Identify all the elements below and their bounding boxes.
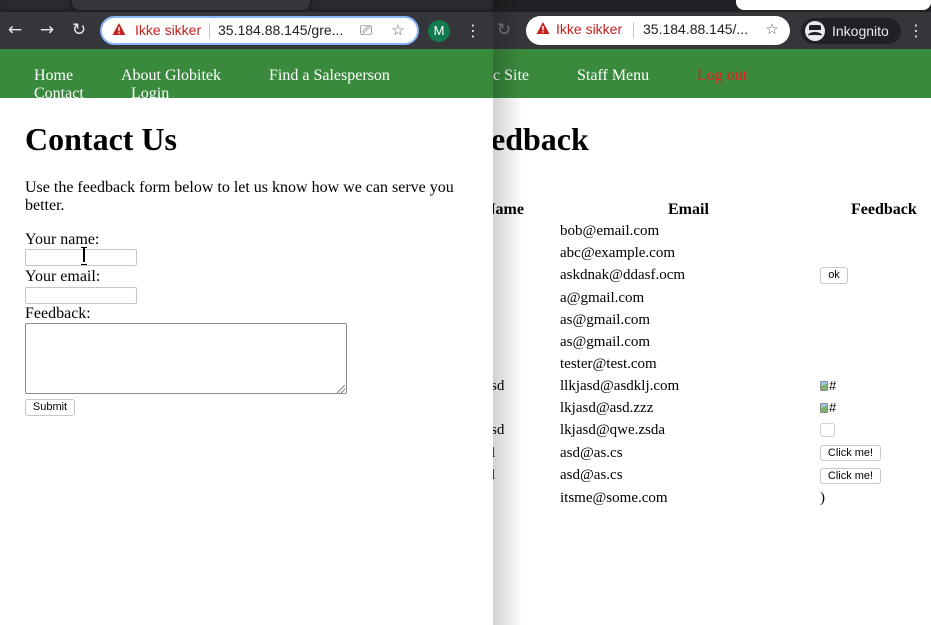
feedback-textarea[interactable]	[25, 323, 347, 394]
bookmark-star-icon[interactable]: ☆	[388, 20, 408, 40]
address-bar[interactable]: Ikke sikker 35.184.88.145/gre... ⎚ ☆	[100, 16, 419, 45]
reload-icon[interactable]: ↻	[494, 20, 514, 40]
reload-icon[interactable]: ↻	[69, 20, 89, 40]
name-input[interactable]	[25, 249, 137, 266]
security-label: Ikke sikker	[556, 21, 623, 37]
feedback-label: Feedback:	[25, 305, 91, 322]
table-cell-email: llkjasd@asdklj.com	[560, 378, 680, 394]
nav-link-about[interactable]: About Globitek	[121, 67, 221, 85]
image-alt-text: #	[829, 378, 837, 393]
incognito-label: Inkognito	[832, 23, 889, 39]
browser-menu-icon[interactable]: ⋮	[908, 20, 924, 42]
broken-image-icon	[820, 403, 828, 413]
nav-link-contact[interactable]: Contact	[34, 85, 84, 103]
submit-button[interactable]: Submit	[25, 399, 75, 416]
forward-arrow-icon[interactable]: →	[37, 20, 57, 40]
warning-icon	[536, 22, 550, 34]
image-alt-text: #	[829, 400, 837, 415]
injected-click-me-button[interactable]: Click me!	[820, 445, 881, 461]
site-nav-bar: Home About Globitek Find a Salesperson C…	[0, 49, 493, 102]
address-bar[interactable]: Ikke sikker 35.184.88.145/... ☆	[526, 16, 790, 45]
page-title: Contact Us	[25, 121, 177, 157]
column-header-name: Name	[493, 201, 524, 218]
back-arrow-icon[interactable]: ←	[5, 20, 25, 40]
table-cell-email: asd@as.cs	[560, 445, 623, 461]
tab-strip	[0, 0, 493, 12]
nav-link-find-salesperson[interactable]: Find a Salesperson	[269, 67, 390, 85]
inactive-tab[interactable]	[312, 0, 493, 10]
omnibox-separator	[209, 23, 210, 39]
url-text[interactable]: 35.184.88.145/gre...	[218, 22, 348, 38]
staff-feedback-window: ↻ Ikke sikker 35.184.88.145/... ☆ Inkogn…	[493, 0, 931, 625]
bookmark-star-icon[interactable]: ☆	[762, 19, 782, 39]
table-cell-name: sd	[493, 378, 505, 394]
email-label: Your email:	[25, 268, 101, 285]
incognito-icon	[805, 21, 825, 41]
broken-image-icon	[820, 381, 828, 391]
cast-icon[interactable]: ⎚	[356, 20, 376, 40]
table-cell-email: lkjasd@qwe.zsda	[560, 422, 666, 438]
contact-us-window: ← → ↻ Ikke sikker 35.184.88.145/gre... ⎚…	[0, 0, 493, 625]
active-tab[interactable]	[736, 0, 931, 10]
table-cell-email: as@gmail.com	[560, 334, 651, 350]
broken-image: #	[820, 378, 846, 394]
table-cell-email: tester@test.com	[560, 356, 657, 372]
table-cell-name: l	[493, 467, 496, 483]
broken-image: #	[820, 400, 846, 416]
table-cell-email: askdnak@ddasf.ocm	[560, 267, 686, 283]
table-cell-email: abc@example.com	[560, 245, 676, 261]
active-tab[interactable]	[72, 0, 310, 10]
omnibox-separator	[633, 22, 634, 38]
warning-icon	[112, 23, 126, 35]
table-cell-email: a@gmail.com	[560, 290, 645, 306]
table-cell-email: as@gmail.com	[560, 312, 651, 328]
nav-link-staff-menu[interactable]: Staff Menu	[577, 67, 649, 85]
table-cell-email: itsme@some.com	[560, 490, 668, 506]
browser-menu-icon[interactable]: ⋮	[465, 20, 481, 42]
intro-text: Use the feedback form below to let us kn…	[25, 179, 454, 214]
url-text[interactable]: 35.184.88.145/...	[643, 21, 753, 37]
nav-link-login[interactable]: Login	[131, 85, 169, 103]
incognito-badge[interactable]: Inkognito	[801, 18, 901, 44]
column-header-feedback: Feedback	[851, 201, 917, 218]
table-cell-name: sd	[493, 422, 505, 438]
browser-toolbar: ← → ↻ Ikke sikker 35.184.88.145/gre... ⎚…	[0, 12, 493, 49]
table-cell-feedback: )	[820, 490, 825, 506]
table-cell-name: l	[493, 445, 496, 461]
nav-link-home[interactable]: Home	[34, 67, 73, 85]
injected-click-me-button[interactable]: Click me!	[820, 468, 881, 484]
table-cell-email: lkjasd@asd.zzz	[560, 400, 654, 416]
injected-ok-button[interactable]: ok	[820, 267, 848, 284]
column-header-email: Email	[668, 201, 709, 218]
nav-link-public-site[interactable]: c Site	[493, 67, 529, 85]
site-nav-bar: c Site Staff Menu Log out	[493, 49, 931, 98]
inactive-tab[interactable]	[0, 0, 70, 10]
page-title: edback	[493, 121, 589, 157]
browser-toolbar: ↻ Ikke sikker 35.184.88.145/... ☆ Inkogn…	[493, 12, 931, 49]
name-label: Your name:	[25, 231, 100, 248]
security-label: Ikke sikker	[135, 22, 202, 38]
table-cell-email: bob@email.com	[560, 223, 660, 239]
email-input[interactable]	[25, 287, 137, 304]
tab-strip	[493, 0, 931, 12]
nav-link-log-out[interactable]: Log out	[697, 67, 747, 85]
injected-empty-element[interactable]	[820, 423, 835, 437]
table-cell-email: asd@as.cs	[560, 467, 623, 483]
profile-avatar[interactable]: M	[428, 20, 450, 42]
